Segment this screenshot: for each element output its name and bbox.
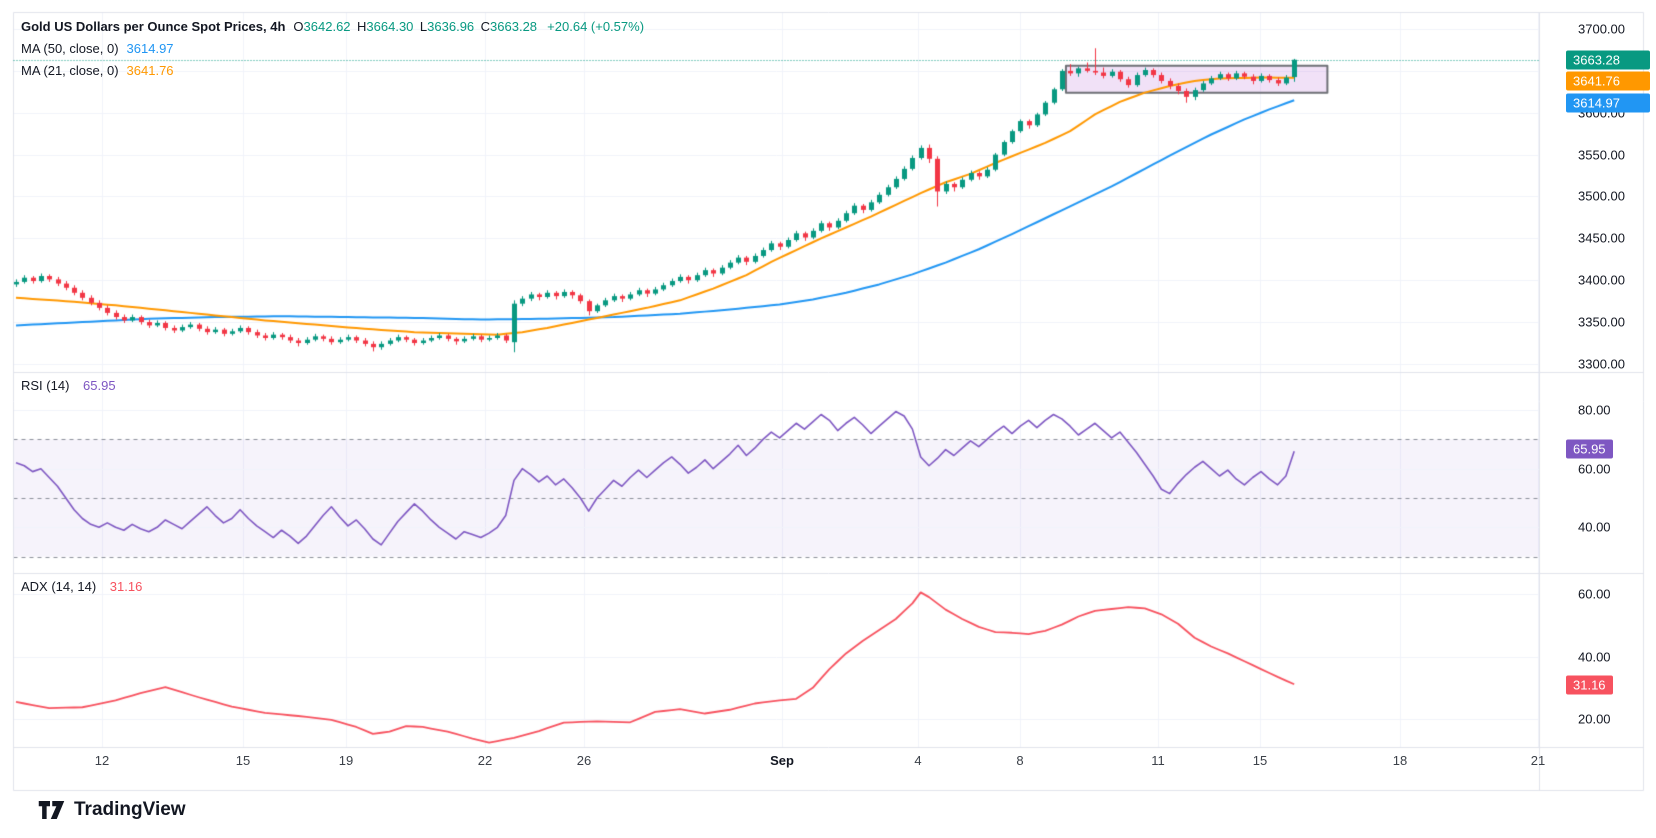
ohlc-values: O3642.62 H3664.30 L3636.96 C3663.28	[293, 19, 543, 34]
ma-label: MA (21, close, 0)	[21, 63, 119, 78]
ma-label: MA (50, close, 0)	[21, 41, 119, 56]
time-tick-label: 11	[1151, 753, 1165, 768]
time-tick-label: 12	[94, 753, 110, 768]
adx-tick-label: 60.00	[1578, 586, 1611, 602]
time-tick-label: 15	[1252, 753, 1268, 768]
ma-legend-row[interactable]: MA (21, close, 0) 3641.76	[21, 60, 644, 82]
price-tick-label: 3500.00	[1578, 188, 1625, 204]
price-tick-label: 3300.00	[1578, 356, 1625, 372]
time-tick-label: 21	[1530, 753, 1546, 768]
time-tick-label: 26	[576, 753, 592, 768]
ohlc-value: 3642.62	[303, 19, 358, 34]
ohlc-value: 3663.28	[490, 19, 544, 34]
symbol-title[interactable]: Gold US Dollars per Ounce Spot Prices, 4…	[21, 19, 285, 34]
rsi-value: 65.95	[83, 378, 116, 393]
ohlc-value: 3636.96	[427, 19, 481, 34]
time-tick-label: 19	[338, 753, 354, 768]
price-badge: 3641.76	[1566, 71, 1650, 91]
rsi-legend[interactable]: RSI (14) 65.95	[21, 375, 116, 397]
adx-label: ADX (14, 14)	[21, 579, 97, 594]
ma-value: 3641.76	[126, 63, 174, 78]
adx-badge: 31.16	[1566, 675, 1613, 695]
price-tick-label: 3400.00	[1578, 272, 1625, 288]
time-tick-label: 18	[1392, 753, 1408, 768]
chart-canvas[interactable]	[0, 0, 1656, 838]
adx-value: 31.16	[109, 579, 143, 594]
time-tick-label: Sep	[770, 753, 794, 768]
ohlc-prefix: O	[293, 19, 304, 34]
price-tick-label: 3450.00	[1578, 230, 1625, 246]
ma-legend-row[interactable]: MA (50, close, 0) 3614.97	[21, 38, 644, 60]
price-tick-label: 3550.00	[1578, 147, 1625, 163]
rsi-badge: 65.95	[1566, 439, 1613, 459]
legend-row-symbol: Gold US Dollars per Ounce Spot Prices, 4…	[21, 16, 644, 38]
rsi-tick-label: 60.00	[1578, 461, 1611, 477]
ohlc-prefix: C	[480, 19, 491, 34]
adx-legend[interactable]: ADX (14, 14) 31.16	[21, 576, 142, 598]
rsi-tick-label: 40.00	[1578, 519, 1611, 535]
adx-tick-label: 20.00	[1578, 711, 1611, 727]
price-badge: 3663.28	[1566, 50, 1650, 70]
rsi-label: RSI (14)	[21, 378, 70, 393]
price-tick-label: 3700.00	[1578, 21, 1625, 37]
time-tick-label: 22	[477, 753, 493, 768]
adx-tick-label: 40.00	[1578, 649, 1611, 665]
time-tick-label: 15	[235, 753, 251, 768]
time-tick-label: 8	[1016, 753, 1024, 768]
tradingview-chart-page: Gold US Dollars per Ounce Spot Prices, 4…	[0, 0, 1656, 838]
time-tick-label: 4	[914, 753, 922, 768]
main-chart-legend: Gold US Dollars per Ounce Spot Prices, 4…	[21, 16, 644, 82]
price-tick-label: 3350.00	[1578, 314, 1625, 330]
change-value: +20.64 (+0.57%)	[547, 19, 645, 34]
tradingview-logo-text: TradingView	[74, 799, 186, 820]
price-badge: 3614.97	[1566, 93, 1650, 113]
ma-legend-rows: MA (50, close, 0) 3614.97 MA (21, close, 0…	[21, 38, 644, 82]
tradingview-logo[interactable]: TradingView	[38, 799, 186, 821]
ma-value: 3614.97	[126, 41, 174, 56]
ohlc-value: 3664.30	[366, 19, 420, 34]
ohlc-prefix: H	[357, 19, 367, 34]
rsi-tick-label: 80.00	[1578, 402, 1611, 418]
tradingview-logo-icon	[38, 801, 65, 819]
